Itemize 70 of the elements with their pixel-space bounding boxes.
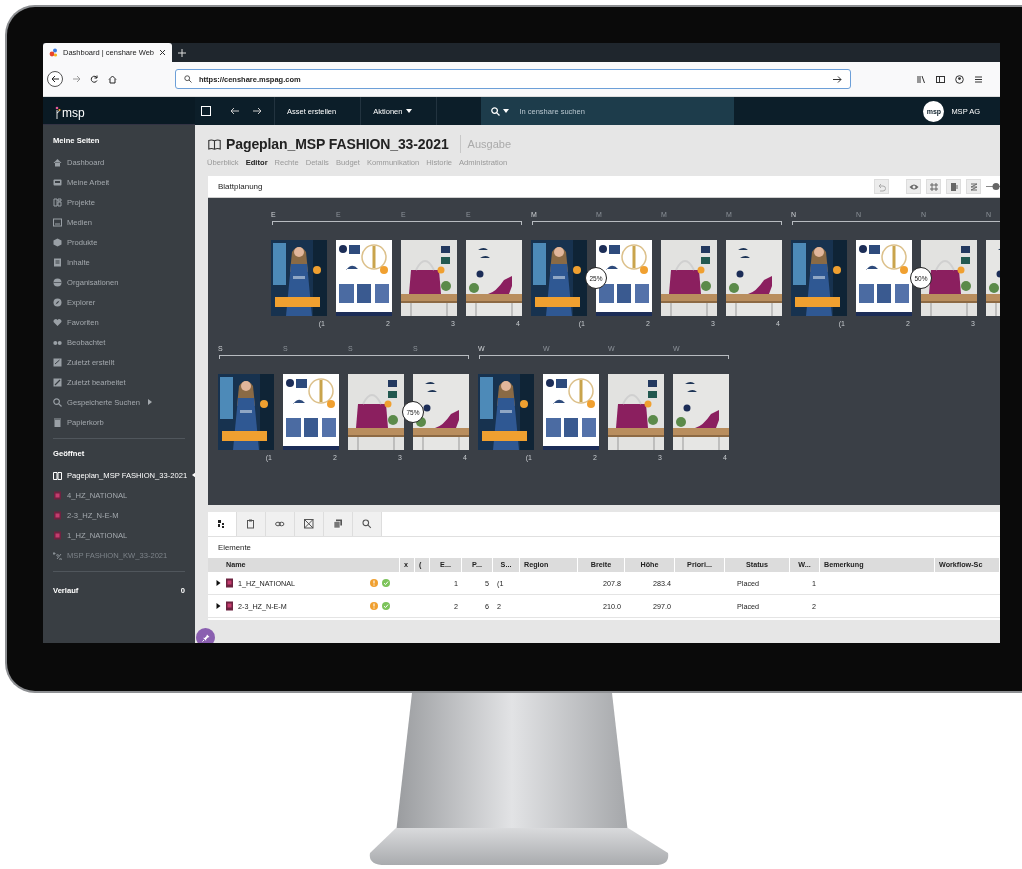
edit-icon bbox=[53, 377, 62, 387]
panel-title: Blattplanung bbox=[218, 182, 264, 191]
new-tab-icon[interactable] bbox=[178, 49, 186, 57]
reload-icon[interactable] bbox=[90, 74, 99, 84]
toolbar-button[interactable] bbox=[946, 179, 961, 194]
panel-tab[interactable] bbox=[295, 512, 324, 536]
compass-icon bbox=[53, 297, 62, 307]
edit-icon bbox=[53, 357, 62, 367]
stack-icon bbox=[333, 519, 343, 529]
logo: msp bbox=[43, 97, 195, 125]
menu-icon[interactable] bbox=[974, 74, 983, 84]
caret-icon[interactable] bbox=[503, 109, 510, 113]
search-icon bbox=[53, 397, 62, 407]
document-icon bbox=[53, 257, 62, 267]
inbox-icon bbox=[53, 177, 62, 187]
warning-icon bbox=[370, 602, 378, 610]
check-icon bbox=[382, 602, 390, 610]
toolbar-button[interactable] bbox=[926, 179, 941, 194]
panel-tab[interactable] bbox=[237, 512, 266, 536]
image-icon bbox=[53, 217, 62, 227]
back-arrow-icon bbox=[50, 75, 60, 83]
forward-icon[interactable] bbox=[252, 107, 262, 115]
toolbar-button[interactable] bbox=[966, 179, 981, 194]
caret-icon bbox=[406, 109, 413, 113]
account-icon[interactable] bbox=[955, 74, 964, 84]
go-arrow-icon[interactable] bbox=[833, 75, 842, 83]
heart-icon bbox=[53, 317, 62, 327]
cross-box-icon bbox=[304, 519, 314, 529]
home-icon[interactable] bbox=[108, 74, 117, 84]
asset-type-label: Ausgabe bbox=[459, 135, 512, 153]
sidebar-icon[interactable] bbox=[936, 74, 945, 84]
search-icon bbox=[362, 519, 372, 529]
search-icon[interactable] bbox=[491, 106, 501, 116]
grid-icon bbox=[928, 181, 939, 192]
book-icon bbox=[53, 470, 62, 480]
tree-icon bbox=[217, 519, 227, 529]
book-icon bbox=[208, 138, 221, 150]
library-icon[interactable] bbox=[917, 74, 926, 84]
undo-icon bbox=[876, 181, 887, 192]
expand-caret-icon[interactable] bbox=[216, 603, 221, 609]
pin-button[interactable] bbox=[196, 628, 215, 643]
back-button[interactable] bbox=[47, 71, 63, 87]
page-icon bbox=[948, 181, 959, 192]
layout-document-icon bbox=[225, 601, 234, 611]
issue-icon bbox=[53, 550, 62, 560]
globe-icon bbox=[53, 277, 62, 287]
layout-document-icon bbox=[53, 510, 62, 520]
back-icon[interactable] bbox=[230, 107, 240, 115]
clipboard-icon bbox=[246, 519, 256, 529]
search-icon bbox=[184, 75, 192, 83]
home-icon bbox=[53, 157, 62, 167]
check-icon bbox=[382, 579, 390, 587]
layers-icon bbox=[968, 181, 979, 192]
logo-mark-icon bbox=[55, 106, 61, 120]
layout-document-icon bbox=[225, 578, 234, 588]
panel-toggle-icon[interactable] bbox=[201, 106, 211, 116]
link-icon bbox=[275, 519, 285, 529]
layout-document-icon bbox=[53, 530, 62, 540]
box-icon bbox=[53, 237, 62, 247]
trash-icon bbox=[53, 417, 62, 427]
favicon-icon bbox=[49, 48, 58, 57]
close-icon[interactable] bbox=[159, 49, 167, 56]
expand-caret-icon[interactable] bbox=[216, 580, 221, 586]
layout-document-icon bbox=[53, 490, 62, 500]
project-icon bbox=[53, 197, 62, 207]
pin-icon bbox=[201, 633, 210, 642]
toolbar-button[interactable] bbox=[906, 179, 921, 194]
zoom-slider-icon[interactable] bbox=[986, 183, 1000, 190]
warning-icon bbox=[370, 579, 378, 587]
page-title: Pageplan_MSP FASHION_33-2021 bbox=[226, 136, 449, 152]
